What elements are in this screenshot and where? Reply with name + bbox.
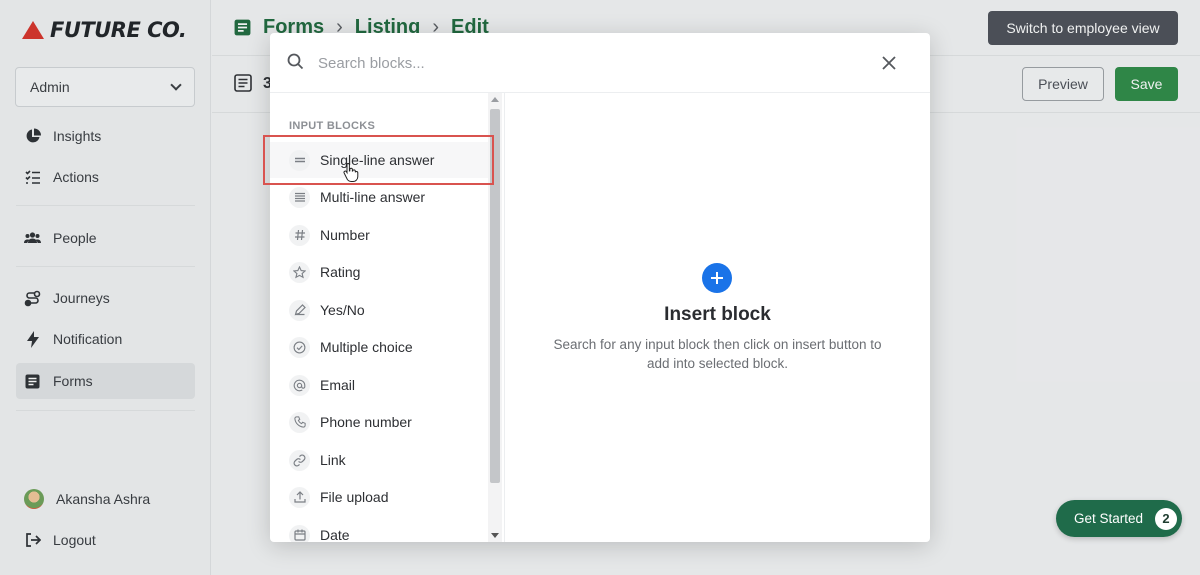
link-icon	[289, 449, 310, 471]
insert-block-description: Search for any input block then click on…	[553, 337, 882, 371]
insert-block-modal: INPUT BLOCKS Single-line answer Multi-li…	[270, 33, 930, 542]
block-item-email[interactable]: Email	[270, 367, 490, 403]
block-item-label: Link	[320, 452, 346, 468]
block-item-single-line-answer[interactable]: Single-line answer	[270, 142, 490, 178]
scroll-up-arrow-icon[interactable]	[491, 97, 499, 102]
block-item-file-upload[interactable]: File upload	[270, 479, 490, 515]
block-item-number[interactable]: Number	[270, 217, 490, 253]
hash-icon	[289, 224, 310, 246]
block-item-multiple-choice[interactable]: Multiple choice	[270, 329, 490, 365]
block-item-label: File upload	[320, 489, 389, 505]
block-item-label: Rating	[320, 264, 361, 280]
block-item-label: Date	[320, 527, 350, 542]
block-item-label: Yes/No	[320, 302, 365, 318]
block-item-phone-number[interactable]: Phone number	[270, 404, 490, 440]
close-icon[interactable]	[877, 51, 901, 75]
block-item-label: Multiple choice	[320, 339, 413, 355]
block-item-rating[interactable]: Rating	[270, 254, 490, 290]
block-list: INPUT BLOCKS Single-line answer Multi-li…	[270, 93, 504, 542]
upload-icon	[289, 486, 310, 508]
get-started-label: Get Started	[1074, 511, 1144, 526]
block-item-label: Multi-line answer	[320, 189, 426, 205]
section-label: INPUT BLOCKS	[289, 120, 376, 132]
hand-cursor-icon	[343, 162, 359, 182]
block-item-label: Single-line answer	[320, 152, 435, 168]
multi-line-icon	[289, 186, 310, 208]
calendar-icon	[289, 524, 310, 542]
insert-block-title: Insert block	[664, 304, 771, 325]
at-icon	[289, 374, 310, 396]
block-item-yes-no[interactable]: Yes/No	[270, 292, 490, 328]
block-list-scrollbar[interactable]	[488, 93, 502, 542]
search-icon	[287, 53, 304, 75]
scrollbar-thumb[interactable]	[490, 109, 500, 483]
search-input[interactable]	[318, 50, 858, 76]
get-started-count-badge: 2	[1155, 507, 1178, 530]
block-item-label: Email	[320, 377, 356, 393]
star-icon	[289, 261, 310, 283]
block-item-link[interactable]: Link	[270, 442, 490, 478]
check-circle-icon	[289, 336, 310, 358]
phone-icon	[289, 411, 310, 433]
scroll-down-arrow-icon[interactable]	[491, 533, 499, 538]
get-started-button[interactable]: Get Started 2	[1056, 500, 1182, 537]
plus-icon[interactable]	[702, 263, 732, 293]
single-line-icon	[289, 149, 310, 171]
insert-block-panel: Insert block Search for any input block …	[505, 93, 930, 542]
search-bar	[270, 33, 930, 93]
pencil-icon	[289, 299, 310, 321]
block-item-label: Phone number	[320, 414, 412, 430]
block-item-multi-line-answer[interactable]: Multi-line answer	[270, 179, 490, 215]
block-item-date[interactable]: Date	[270, 517, 490, 542]
block-item-label: Number	[320, 227, 370, 243]
